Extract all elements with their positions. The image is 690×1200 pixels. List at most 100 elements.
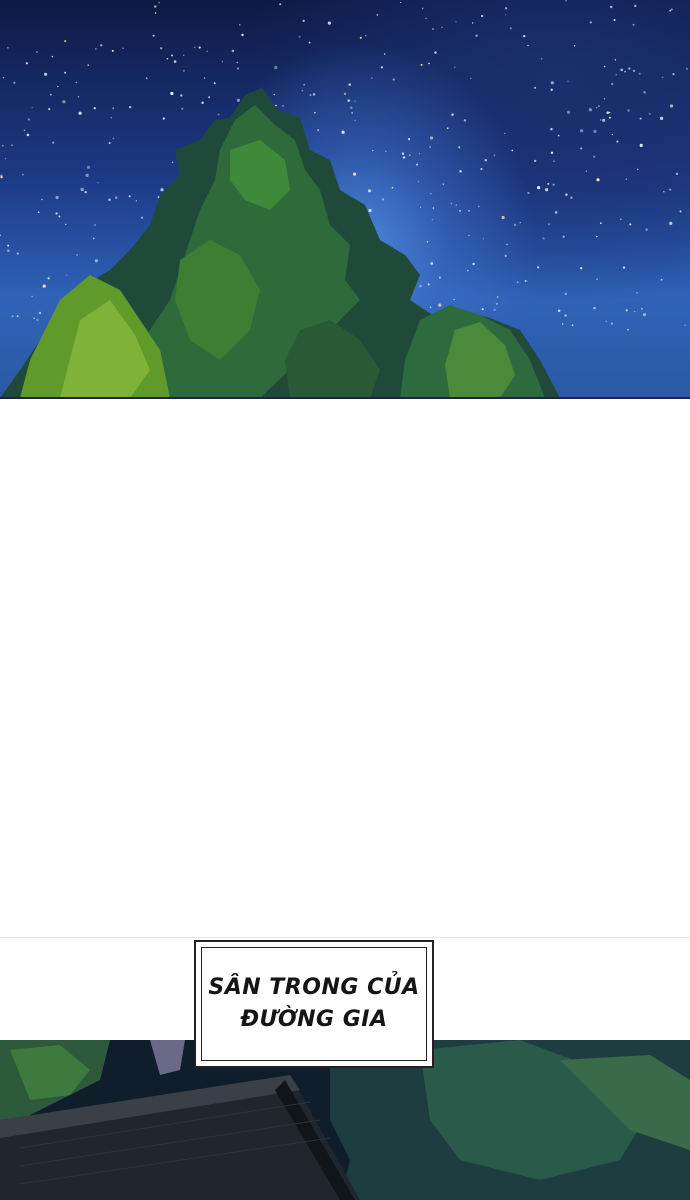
star	[129, 105, 132, 109]
star	[427, 283, 430, 286]
star	[432, 28, 434, 30]
star	[470, 77, 472, 80]
star	[504, 7, 508, 10]
star	[640, 307, 643, 310]
star	[303, 84, 305, 86]
star	[593, 306, 596, 310]
gutter-divider	[0, 937, 690, 938]
star	[236, 98, 240, 102]
star	[608, 116, 611, 119]
star	[158, 1, 161, 4]
star	[442, 183, 445, 185]
star	[399, 1, 402, 4]
star	[368, 208, 372, 213]
star	[35, 50, 38, 53]
star	[620, 218, 622, 221]
star	[542, 237, 545, 240]
star	[638, 72, 641, 75]
star	[64, 39, 67, 43]
star	[438, 276, 441, 279]
star	[564, 292, 568, 296]
star	[430, 262, 434, 265]
star	[459, 170, 462, 173]
star	[562, 235, 565, 238]
star	[314, 111, 316, 114]
star	[513, 223, 517, 227]
star	[480, 167, 483, 171]
star	[643, 91, 646, 94]
star	[206, 50, 208, 52]
star	[135, 200, 138, 202]
star	[392, 78, 395, 81]
star	[580, 129, 584, 133]
star	[596, 278, 599, 281]
star	[343, 92, 347, 96]
star	[193, 46, 196, 49]
star	[108, 198, 111, 201]
star	[557, 134, 560, 137]
star	[537, 266, 540, 269]
star	[629, 223, 632, 226]
star	[419, 206, 422, 208]
star	[632, 69, 636, 73]
star	[637, 168, 639, 170]
star	[467, 269, 469, 272]
star	[613, 19, 616, 21]
star	[84, 190, 87, 194]
star	[7, 249, 10, 252]
star	[128, 195, 131, 198]
star	[639, 117, 642, 120]
star	[58, 215, 61, 218]
star	[426, 241, 429, 243]
star	[372, 149, 374, 152]
star	[634, 310, 636, 313]
star	[511, 149, 514, 152]
star	[524, 279, 527, 283]
star	[274, 66, 278, 70]
star	[275, 104, 277, 107]
star	[162, 117, 165, 120]
star	[420, 63, 423, 66]
star	[26, 133, 30, 137]
star	[429, 136, 434, 140]
star	[670, 8, 673, 11]
star	[368, 189, 372, 193]
star	[16, 252, 19, 255]
star	[672, 73, 675, 76]
star	[509, 27, 512, 30]
caption-line-2: ĐƯỜNG GIA	[240, 1007, 388, 1032]
star	[669, 221, 673, 225]
star	[62, 100, 66, 104]
star	[203, 77, 206, 79]
star	[669, 104, 674, 108]
star	[55, 212, 58, 215]
star	[112, 107, 115, 110]
star	[628, 67, 631, 70]
star	[231, 49, 235, 53]
star	[181, 107, 184, 110]
star	[112, 137, 115, 140]
location-caption-box: SÂN TRONG CỦA ĐƯỜNG GIA	[194, 940, 434, 1068]
star	[6, 46, 9, 49]
star	[425, 17, 427, 20]
star	[611, 133, 613, 136]
star	[606, 111, 609, 114]
star	[49, 93, 52, 96]
star	[213, 82, 216, 85]
star	[506, 243, 508, 246]
star	[537, 186, 541, 190]
star	[36, 318, 39, 322]
star	[585, 170, 587, 172]
star	[159, 47, 163, 50]
star	[418, 152, 421, 155]
star	[78, 111, 82, 115]
star	[453, 298, 455, 301]
star	[605, 320, 608, 323]
star	[463, 119, 467, 122]
star	[455, 204, 458, 206]
star	[279, 3, 282, 6]
star	[504, 254, 507, 257]
star	[482, 238, 485, 240]
star	[31, 106, 33, 109]
star	[327, 21, 331, 25]
